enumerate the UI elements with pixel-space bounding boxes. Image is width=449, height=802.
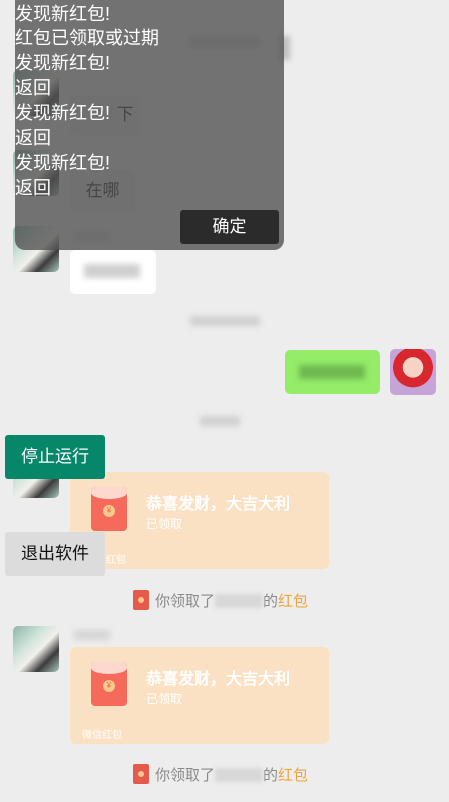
log-line: 红包已领取或过期 xyxy=(15,28,159,48)
timestamp xyxy=(190,316,260,326)
red-envelope-icon xyxy=(133,590,149,610)
system-notice: 你领取了 的红包 xyxy=(133,590,308,611)
log-line: 发现新红包! xyxy=(15,4,111,24)
timestamp xyxy=(200,416,240,426)
log-line: 返回 xyxy=(15,128,51,148)
log-line: 发现新红包! xyxy=(15,103,111,123)
log-line: 发现新红包! xyxy=(15,153,111,173)
log-line: 发现新红包! xyxy=(15,53,111,73)
red-packet-status: 已领取 xyxy=(146,517,183,531)
red-packet-card[interactable]: ¥ 恭喜发财，大吉大利 已领取 微信红包 xyxy=(70,647,329,744)
blurred-name xyxy=(74,630,110,640)
red-packet-title: 恭喜发财，大吉大利 xyxy=(146,496,291,513)
red-packet-link[interactable]: 红包 xyxy=(278,593,308,610)
red-packet-card[interactable]: ¥ 恭喜发财，大吉大利 已领取 红包 xyxy=(70,472,329,569)
exit-app-button[interactable]: 退出软件 xyxy=(5,532,105,576)
confirm-button[interactable]: 确定 xyxy=(180,210,279,244)
red-packet-footer: 微信红包 xyxy=(82,730,122,741)
red-packet-footer: 红包 xyxy=(106,555,126,566)
log-line: 返回 xyxy=(15,78,51,98)
red-packet-link[interactable]: 红包 xyxy=(278,767,308,784)
red-envelope-icon xyxy=(133,764,149,784)
log-line: 返回 xyxy=(15,178,51,198)
red-envelope-icon: ¥ xyxy=(91,487,127,531)
red-packet-status: 已领取 xyxy=(146,692,183,706)
red-envelope-icon: ¥ xyxy=(91,662,127,706)
self-avatar[interactable] xyxy=(390,349,436,395)
red-packet-title: 恭喜发财，大吉大利 xyxy=(146,671,291,688)
stop-running-button[interactable]: 停止运行 xyxy=(5,435,105,479)
sent-message-bubble[interactable] xyxy=(285,350,380,394)
message-bubble[interactable] xyxy=(70,250,156,294)
avatar[interactable] xyxy=(13,626,59,672)
system-notice: 你领取了 的红包 xyxy=(133,764,308,785)
